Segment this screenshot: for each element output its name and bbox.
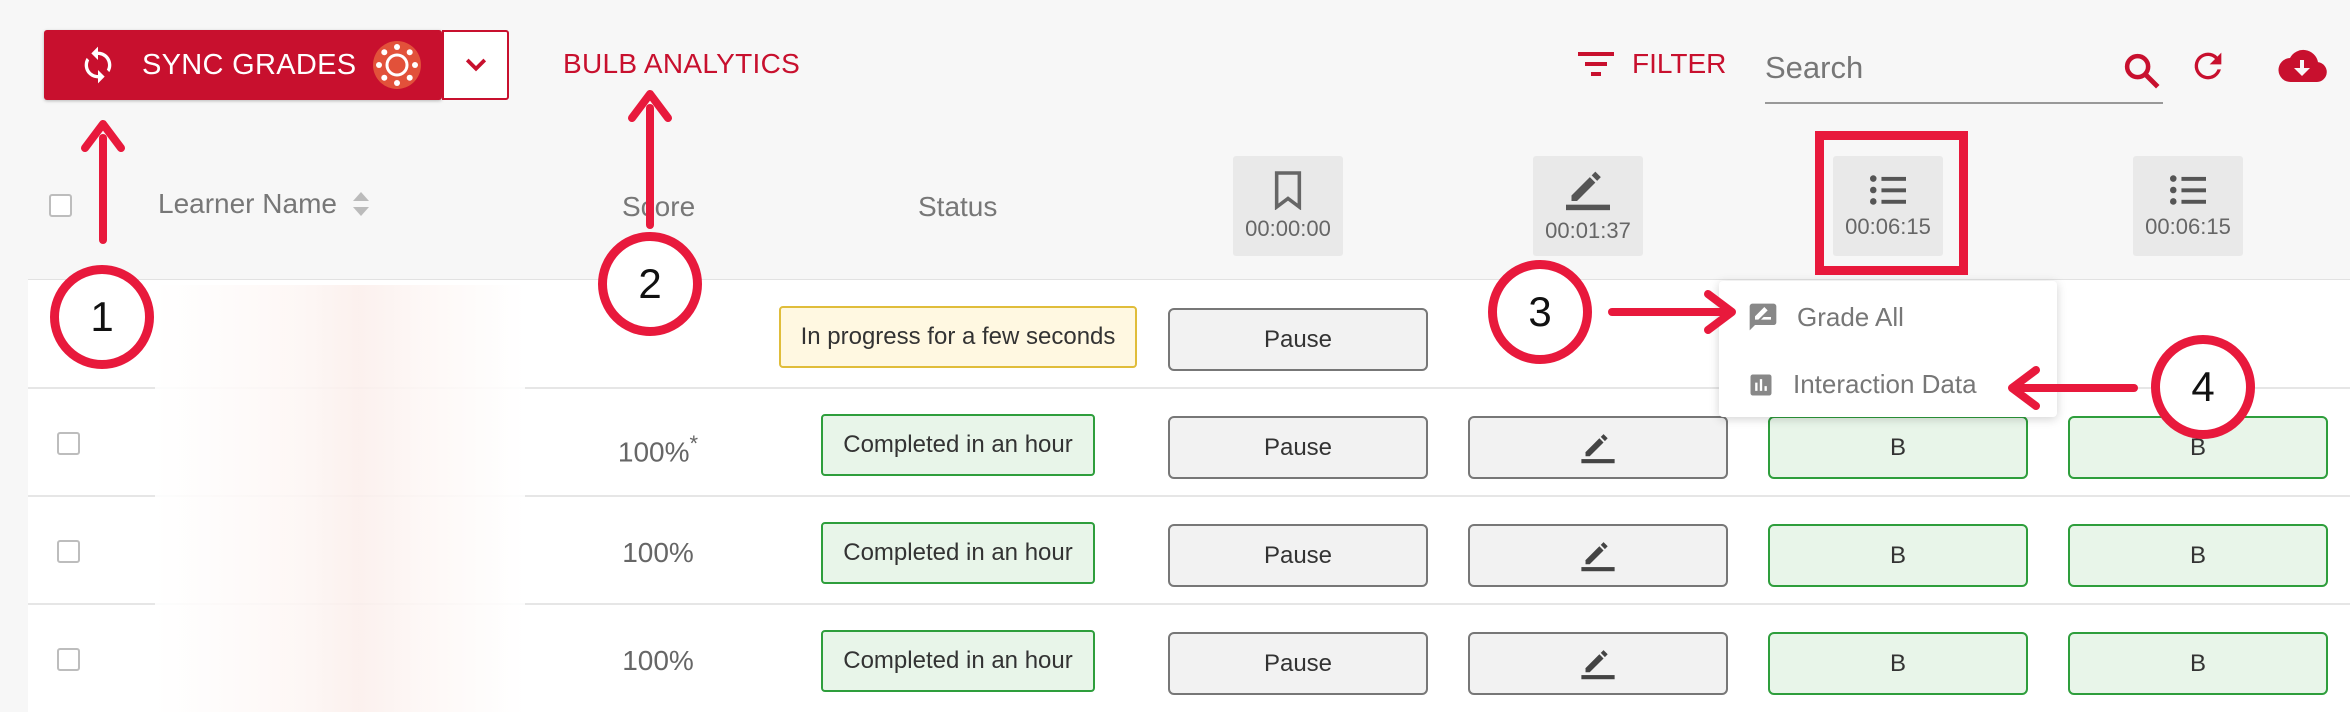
callout-2: 2: [598, 232, 702, 336]
annotation-arrows: [81, 90, 2138, 410]
callout-4: 4: [2151, 335, 2255, 439]
callout-3: 3: [1488, 260, 1592, 364]
callout-1: 1: [50, 265, 154, 369]
